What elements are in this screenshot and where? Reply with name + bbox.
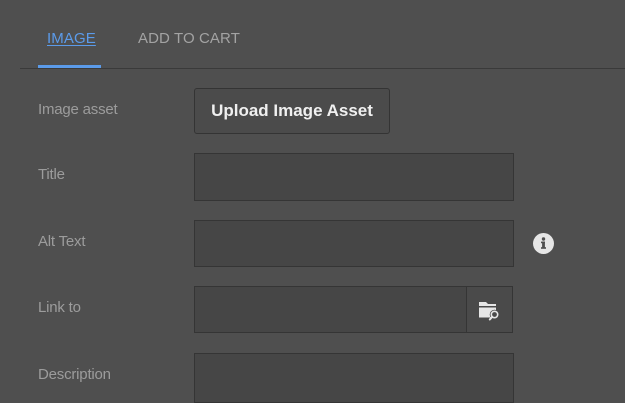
info-icon[interactable] bbox=[533, 233, 554, 254]
description-label: Description bbox=[38, 366, 111, 383]
title-label: Title bbox=[38, 166, 65, 183]
upload-image-asset-button[interactable]: Upload Image Asset bbox=[194, 88, 390, 134]
tab-image[interactable]: IMAGE bbox=[47, 30, 96, 47]
folder-search-icon bbox=[478, 301, 499, 320]
title-field[interactable] bbox=[194, 153, 514, 201]
tab-add-to-cart[interactable]: ADD TO CART bbox=[138, 30, 240, 47]
tab-bar: IMAGE ADD TO CART bbox=[0, 0, 625, 69]
alt-text-field[interactable] bbox=[194, 220, 514, 267]
tab-divider bbox=[20, 68, 625, 69]
link-to-label: Link to bbox=[38, 299, 81, 316]
link-to-field[interactable] bbox=[194, 286, 467, 333]
alt-text-label: Alt Text bbox=[38, 233, 86, 250]
image-asset-label: Image asset bbox=[38, 101, 118, 118]
description-field[interactable] bbox=[194, 353, 514, 403]
browse-link-button[interactable] bbox=[466, 286, 513, 333]
